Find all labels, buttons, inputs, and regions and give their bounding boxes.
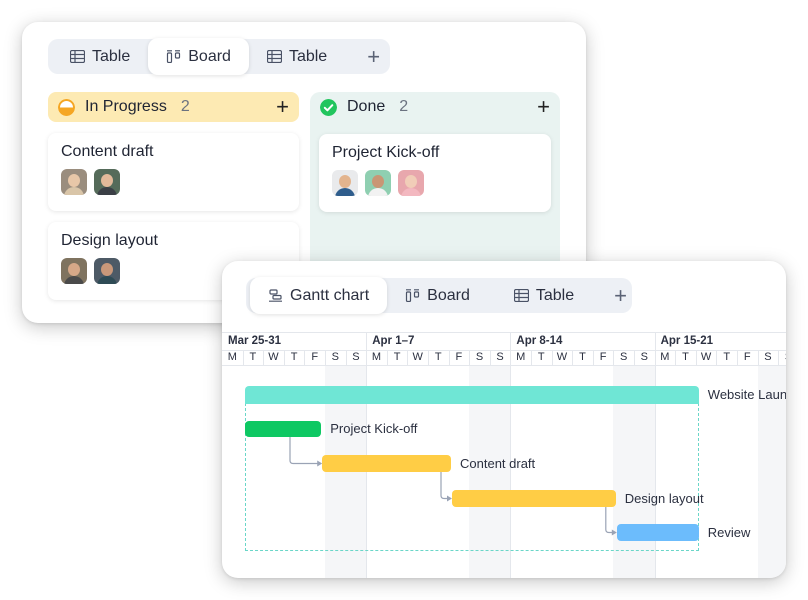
task-title: Content draft — [61, 143, 154, 160]
avatar-man-glasses[interactable] — [61, 258, 87, 284]
gantt-bar-label: Website Launch — [707, 387, 786, 402]
gantt-bar-label: Review — [707, 524, 751, 540]
column-title: In Progress — [85, 98, 167, 115]
tab-label: Table — [535, 286, 575, 304]
board-view-switcher: Table Board Table + — [48, 38, 390, 75]
table-icon — [513, 289, 529, 302]
task-card-content-draft[interactable]: Content draft — [48, 133, 299, 211]
check-circle-icon — [320, 98, 337, 116]
tab-board[interactable]: Board — [148, 38, 249, 75]
gantt-timeline: Mar 25-31 M T W T F S S Apr 1–7 M T W T F S S Apr 8-14 M T… — [222, 332, 786, 578]
task-card-project-kick-off[interactable]: Project Kick-off — [319, 134, 551, 212]
column-count: 2 — [399, 98, 409, 115]
task-title: Design layout — [61, 232, 158, 249]
board-icon — [167, 50, 181, 63]
dependency-arrow — [289, 437, 321, 465]
table-icon — [70, 50, 85, 63]
dependency-arrow — [605, 507, 615, 534]
tab-board[interactable]: Board — [387, 278, 488, 313]
gantt-bar-label: Design layout — [624, 490, 704, 506]
assignee-list — [332, 170, 538, 196]
gantt-bar-project-kick-off[interactable] — [245, 421, 322, 437]
gantt-bar-website-launch[interactable] — [245, 386, 699, 404]
tab-label: Gantt chart — [290, 286, 370, 304]
board-icon — [406, 289, 420, 302]
tab-label: Board — [427, 286, 470, 304]
gantt-view-window: Gantt chart Board Table + Mar 25-31 M T W T F… — [222, 261, 786, 578]
tab-table[interactable]: Table — [52, 39, 148, 74]
avatar-woman-pink-hair[interactable] — [398, 170, 424, 196]
gantt-bar-review[interactable] — [616, 524, 699, 541]
add-view-button[interactable]: + — [600, 283, 641, 309]
tab-label: Table — [288, 47, 328, 65]
column-count: 2 — [180, 98, 190, 115]
avatar-man-beard[interactable] — [365, 170, 391, 196]
avatar-man-smiling[interactable] — [94, 258, 120, 284]
tab-gantt-chart[interactable]: Gantt chart — [250, 277, 388, 314]
avatar-man-striped-shirt[interactable] — [332, 170, 358, 196]
avatar-woman-blonde[interactable] — [61, 169, 87, 195]
table-icon — [266, 50, 282, 63]
column-title: Done — [347, 98, 386, 115]
tab-table-2[interactable]: Table — [249, 39, 345, 74]
add-card-button[interactable]: + — [537, 94, 550, 120]
tab-label: Board — [188, 47, 231, 65]
task-title: Project Kick-off — [332, 144, 440, 161]
add-view-button[interactable]: + — [353, 44, 394, 70]
gantt-bar-design-layout[interactable] — [452, 490, 616, 507]
assignee-list — [61, 169, 286, 195]
gantt-bar-label: Project Kick-off — [330, 421, 418, 436]
avatar-man-dark-hair[interactable] — [94, 169, 120, 195]
tab-table[interactable]: Table — [496, 278, 592, 313]
gantt-bar-content-draft[interactable] — [322, 455, 451, 472]
half-circle-icon — [58, 98, 75, 116]
add-card-button[interactable]: + — [276, 94, 289, 120]
column-header-done: Done 2 + — [310, 92, 560, 122]
gantt-view-switcher: Gantt chart Board Table + — [246, 277, 632, 314]
tab-label: Table — [92, 47, 131, 65]
gantt-bar-label: Content draft — [460, 455, 536, 471]
column-header-in-progress: In Progress 2 + — [48, 92, 299, 122]
gantt-icon — [269, 289, 282, 302]
dependency-arrow — [440, 472, 450, 500]
